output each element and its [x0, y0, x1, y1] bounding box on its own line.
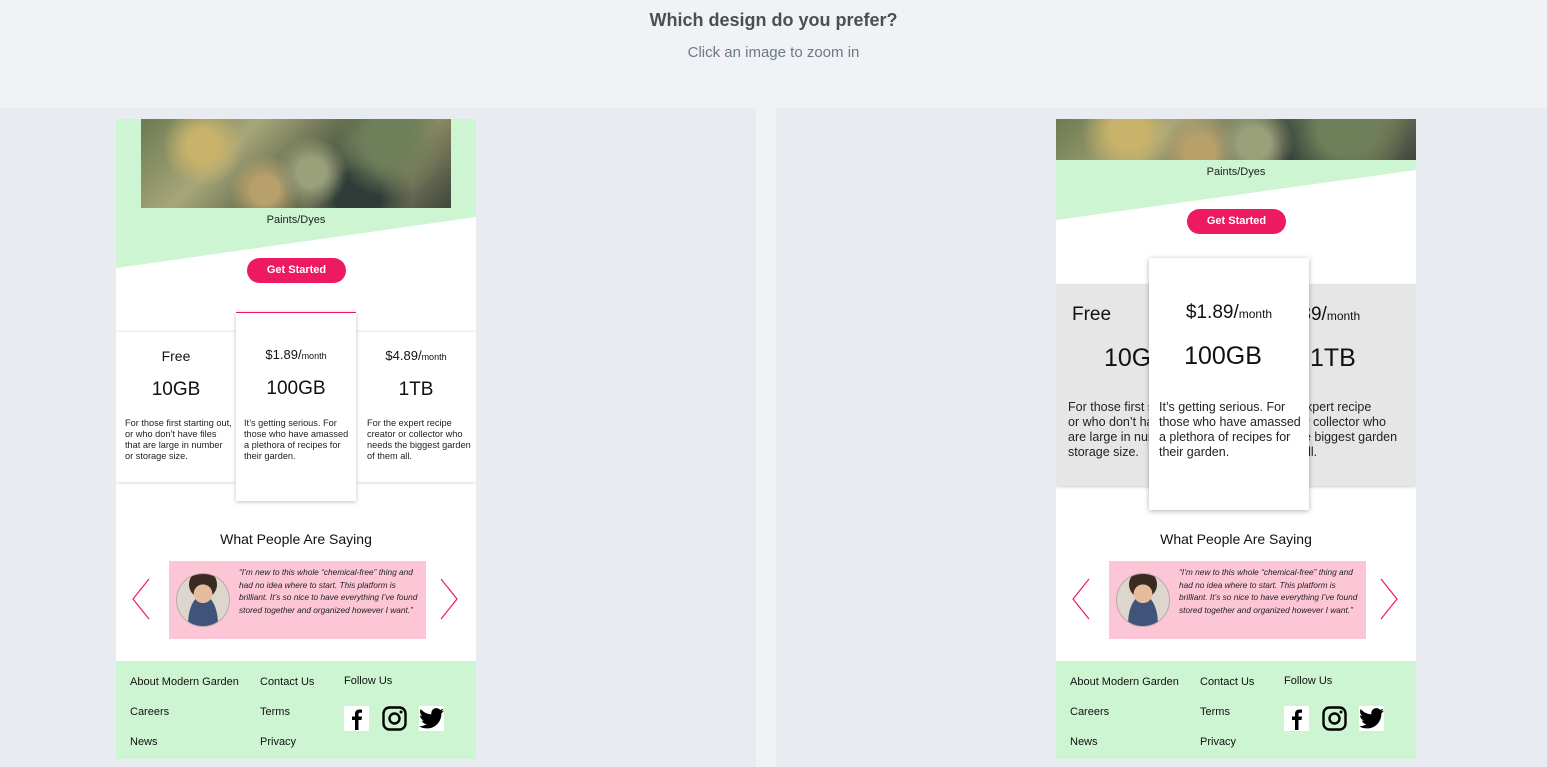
design-mockup-a[interactable]: Paints/Dyes Get Started Free 10GB For th… — [116, 119, 476, 759]
footer-link-terms[interactable]: Terms — [1200, 706, 1230, 718]
twitter-icon[interactable] — [419, 706, 444, 731]
page-title: Which design do you prefer? — [649, 10, 898, 30]
hero-image — [1056, 119, 1416, 160]
testimonial-card: “I’m new to this whole “chemical-free” t… — [1109, 561, 1366, 639]
testimonial-quote: “I’m new to this whole “chemical-free” t… — [239, 567, 418, 615]
chevron-left-icon[interactable] — [131, 577, 151, 621]
testimonial-quote: “I’m new to this whole “chemical-free” t… — [1179, 567, 1358, 615]
category-label: Paints/Dyes — [1206, 166, 1266, 178]
plan-price: $1.89/ — [265, 347, 302, 362]
design-option-a[interactable]: Paints/Dyes Get Started Free 10GB For th… — [0, 108, 756, 767]
plan-storage: 1TB — [398, 379, 434, 400]
footer-link-news[interactable]: News — [1070, 736, 1098, 748]
hero-green-band — [116, 119, 476, 268]
footer-link-news[interactable]: News — [130, 736, 158, 748]
facebook-icon[interactable] — [344, 706, 369, 731]
design-option-b[interactable]: Paints/Dyes Get Started Free 10GB For th… — [776, 108, 1547, 767]
follow-us-label: Follow Us — [1284, 675, 1333, 687]
follow-us-label: Follow Us — [344, 675, 393, 687]
plan-period: month — [301, 351, 327, 361]
plan-period: month — [1238, 307, 1273, 321]
plan-storage: 1TB — [1310, 344, 1356, 372]
plan-card-featured[interactable]: $1.89/month 100GB It’s getting serious. … — [236, 312, 356, 501]
get-started-button[interactable]: Get Started — [247, 258, 346, 283]
category-label: Paints/Dyes — [266, 214, 326, 226]
footer-link-privacy[interactable]: Privacy — [1200, 736, 1236, 748]
plan-description: For the expert recipe creator or collect… — [1296, 400, 1398, 459]
avatar — [1116, 573, 1170, 627]
plan-storage: 100GB — [266, 378, 326, 399]
plan-card-free[interactable]: Free 10GB For those first starting out, … — [116, 331, 236, 482]
footer-link-careers[interactable]: Careers — [130, 706, 169, 718]
testimonials-title: What People Are Saying — [1160, 531, 1312, 547]
chevron-right-icon[interactable] — [1379, 577, 1399, 621]
footer-link-terms[interactable]: Terms — [260, 706, 290, 718]
plan-price: Free — [1072, 304, 1112, 325]
footer-link-about[interactable]: About Modern Garden — [1070, 676, 1179, 688]
plan-description: For the expert recipe creator or collect… — [367, 418, 471, 462]
testimonials-title: What People Are Saying — [220, 531, 372, 547]
plan-card-expert[interactable]: $4.89/month 1TB For the expert recipe cr… — [1296, 284, 1416, 486]
twitter-icon[interactable] — [1359, 706, 1384, 731]
page-header: Which design do you prefer? Click an ima… — [0, 0, 1547, 108]
footer-link-contact[interactable]: Contact Us — [1200, 676, 1254, 688]
footer-link-privacy[interactable]: Privacy — [260, 736, 296, 748]
footer-link-about[interactable]: About Modern Garden — [130, 676, 239, 688]
plan-price: $4.89/ — [385, 348, 422, 363]
footer-link-contact[interactable]: Contact Us — [260, 676, 314, 688]
plan-storage: 100GB — [1184, 342, 1262, 370]
plan-description: It’s getting serious. For those who have… — [1159, 400, 1301, 459]
plan-period: month — [421, 352, 447, 362]
plan-description: For those first starting out, or who don… — [125, 418, 232, 462]
plan-period: month — [1326, 309, 1361, 323]
design-mockup-b[interactable]: Paints/Dyes Get Started Free 10GB For th… — [1056, 119, 1416, 759]
plan-card-featured[interactable]: $1.89/month 100GB It’s getting serious. … — [1149, 258, 1309, 510]
facebook-icon[interactable] — [1284, 706, 1309, 731]
plan-price: Free — [161, 348, 191, 364]
avatar — [176, 573, 230, 627]
plan-description: It’s getting serious. For those who have… — [244, 418, 349, 462]
footer: About Modern Garden Careers News Contact… — [116, 661, 476, 759]
footer-link-careers[interactable]: Careers — [1070, 706, 1109, 718]
footer: About Modern Garden Careers News Contact… — [1056, 661, 1416, 759]
panel-divider — [756, 108, 776, 767]
instagram-icon[interactable] — [382, 706, 407, 731]
plan-storage: 10GB — [151, 379, 201, 400]
testimonial-card: “I’m new to this whole “chemical-free” t… — [169, 561, 426, 639]
chevron-left-icon[interactable] — [1071, 577, 1091, 621]
get-started-button[interactable]: Get Started — [1187, 209, 1286, 234]
plan-price: $1.89/ — [1185, 302, 1239, 323]
page-subtitle: Click an image to zoom in — [687, 44, 860, 61]
plan-card-free-right-spacer: $4.89/month 1TB For the expert recipe cr… — [356, 331, 476, 482]
instagram-icon[interactable] — [1322, 706, 1347, 731]
chevron-right-icon[interactable] — [439, 577, 459, 621]
